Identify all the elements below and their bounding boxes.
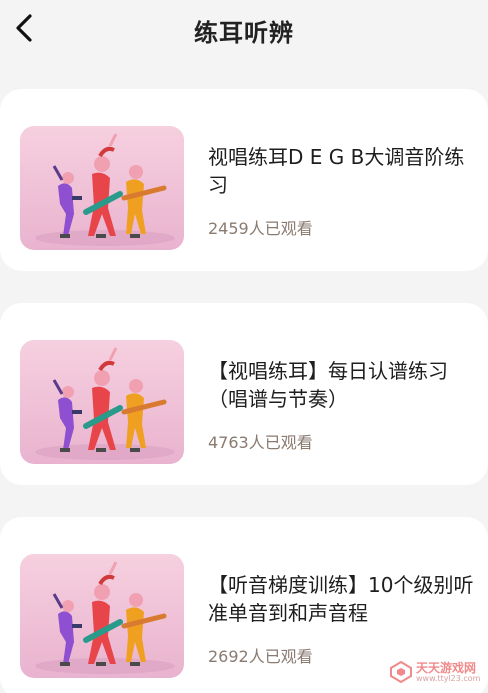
view-count: 2459人已观看 <box>208 215 313 239</box>
course-thumbnail <box>20 126 184 250</box>
dancing-band-illustration <box>20 126 184 250</box>
view-count-label: 人已观看 <box>248 219 313 238</box>
page-title: 练耳听辨 <box>194 19 294 47</box>
course-title: 【听音梯度训练】10个级别听准单音到和声音程 <box>208 573 474 625</box>
view-count-label: 人已观看 <box>248 647 313 666</box>
top-bar: 练耳听辨 <box>0 0 488 60</box>
view-count-number: 2692 <box>208 647 249 666</box>
watermark-logo-icon <box>390 661 412 683</box>
view-count-label: 人已观看 <box>248 433 313 452</box>
dancing-band-illustration <box>20 554 184 678</box>
view-count-number: 2459 <box>208 219 249 238</box>
course-card[interactable]: 【视唱练耳】每日认谱练习（唱谱与节奏） 4763人已观看 <box>0 303 488 485</box>
view-count: 4763人已观看 <box>208 429 313 453</box>
dancing-band-illustration <box>20 340 184 464</box>
course-thumbnail <box>20 340 184 464</box>
site-watermark: 天天游戏网 www.ttyl23.com <box>390 659 482 687</box>
app-screen: 练耳听辨 视唱练耳D E G B大调音阶练习 2459人已观看 【视唱练耳】每日… <box>0 0 488 693</box>
course-title: 视唱练耳D E G B大调音阶练习 <box>208 145 465 197</box>
course-thumbnail <box>20 554 184 678</box>
view-count-number: 4763 <box>208 433 249 452</box>
course-card[interactable]: 视唱练耳D E G B大调音阶练习 2459人已观看 <box>0 89 488 271</box>
course-title: 【视唱练耳】每日认谱练习（唱谱与节奏） <box>208 359 448 411</box>
view-count: 2692人已观看 <box>208 643 313 667</box>
watermark-url: www.ttyl23.com <box>416 674 481 683</box>
